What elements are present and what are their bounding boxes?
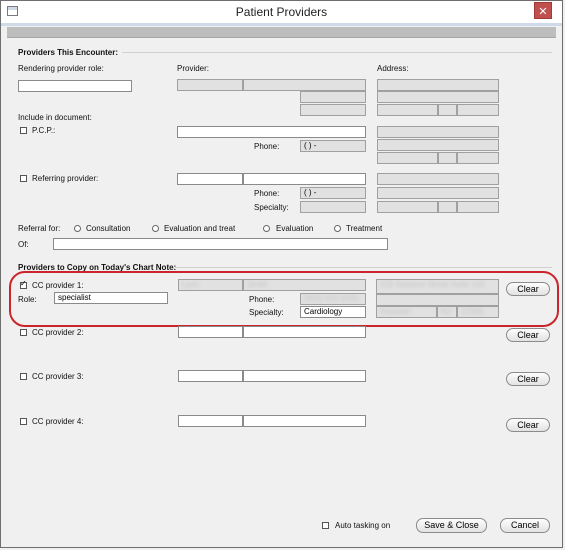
pcp-address-city (377, 152, 438, 164)
cc-provider-2-clear-button[interactable]: Clear (506, 328, 550, 342)
cc-provider-2-first-name[interactable] (178, 326, 243, 338)
cc-provider-3-clear-button[interactable]: Clear (506, 372, 550, 386)
referring-checkbox[interactable] (20, 175, 27, 182)
address-header: Address: (377, 64, 409, 73)
referral-consultation-label: Consultation (86, 224, 131, 233)
referring-address-city (377, 201, 438, 213)
referral-evaluation-treat-label: Evaluation and treat (164, 224, 236, 233)
referring-last-input[interactable] (243, 173, 366, 185)
cc-provider-3-label: CC provider 3: (32, 372, 84, 381)
referring-specialty-label: Specialty: (254, 203, 289, 212)
referring-first-input[interactable] (177, 173, 243, 185)
cc-provider-4-checkbox[interactable] (20, 418, 27, 425)
pcp-phone-field: ( ) - (300, 140, 366, 152)
rendering-address-line2 (377, 91, 499, 103)
cc-provider-3-checkbox[interactable] (20, 373, 27, 380)
pcp-checkbox[interactable] (20, 127, 27, 134)
cc-provider-4-first-name[interactable] (178, 415, 243, 427)
rendering-address-zip (457, 104, 499, 116)
cc-provider-4-label: CC provider 4: (32, 417, 84, 426)
rendering-provider-first (177, 79, 243, 91)
save-close-button[interactable]: Save & Close (416, 518, 487, 533)
pcp-phone-label: Phone: (254, 142, 280, 151)
title-bar: Patient Providers ✕ (1, 1, 562, 23)
referral-evaluation-treat-radio[interactable] (152, 225, 159, 232)
rendering-role-label: Rendering provider role: (18, 64, 104, 73)
referral-treatment-label: Treatment (346, 224, 383, 233)
cc-provider-4-clear-button[interactable]: Clear (506, 418, 550, 432)
referral-treatment-radio[interactable] (334, 225, 341, 232)
referral-evaluation-label: Evaluation (276, 224, 314, 233)
window-title: Patient Providers (235, 5, 328, 19)
cc-section-divider (175, 267, 552, 268)
provider-header: Provider: (177, 64, 210, 73)
cancel-button[interactable]: Cancel (500, 518, 550, 533)
pcp-address-line1 (377, 126, 499, 138)
referring-phone-field: ( ) - (300, 187, 366, 199)
referring-phone-label: Phone: (254, 189, 280, 198)
cc-provider-2-label: CC provider 2: (32, 328, 84, 337)
referring-specialty-field (300, 201, 366, 213)
rendering-address-city (377, 104, 438, 116)
referring-address-line2 (377, 187, 499, 199)
cc-provider-2-checkbox[interactable] (20, 329, 27, 336)
pcp-provider-input[interactable] (177, 126, 366, 138)
header-band (7, 27, 556, 38)
referring-address-zip (457, 201, 499, 213)
close-button[interactable]: ✕ (534, 2, 552, 19)
pcp-label: P.C.P.: (32, 126, 56, 135)
rendering-address-line1 (377, 79, 499, 91)
rendering-provider-last (243, 79, 366, 91)
referral-evaluation-radio[interactable] (263, 225, 270, 232)
pcp-address-line2 (377, 139, 499, 151)
referral-for-label: Referral for: (18, 224, 61, 233)
rendering-address-state (438, 104, 457, 116)
auto-tasking-label: Auto tasking on (335, 521, 391, 530)
pcp-address-state (438, 152, 457, 164)
encounter-section-divider (122, 52, 552, 53)
pcp-address-zip (457, 152, 499, 164)
title-underline (1, 23, 562, 26)
cc-provider-1-highlight (9, 271, 559, 327)
cc-provider-3-first-name[interactable] (178, 370, 243, 382)
cc-provider-2-last-name[interactable] (243, 326, 366, 338)
referring-address-state (438, 201, 457, 213)
auto-tasking-checkbox[interactable] (322, 522, 329, 529)
referring-label: Referring provider: (32, 174, 99, 183)
encounter-section-title: Providers This Encounter: (18, 48, 119, 57)
referral-consultation-radio[interactable] (74, 225, 81, 232)
referring-address-line1 (377, 173, 499, 185)
rendering-provider-phone (300, 91, 366, 103)
rendering-provider-specialty (300, 104, 366, 116)
of-input[interactable] (53, 238, 388, 250)
of-label: Of: (18, 240, 29, 249)
cc-provider-4-last-name[interactable] (243, 415, 366, 427)
cc-provider-3-last-name[interactable] (243, 370, 366, 382)
rendering-role-input[interactable] (18, 80, 132, 92)
include-label: Include in document: (18, 113, 92, 122)
